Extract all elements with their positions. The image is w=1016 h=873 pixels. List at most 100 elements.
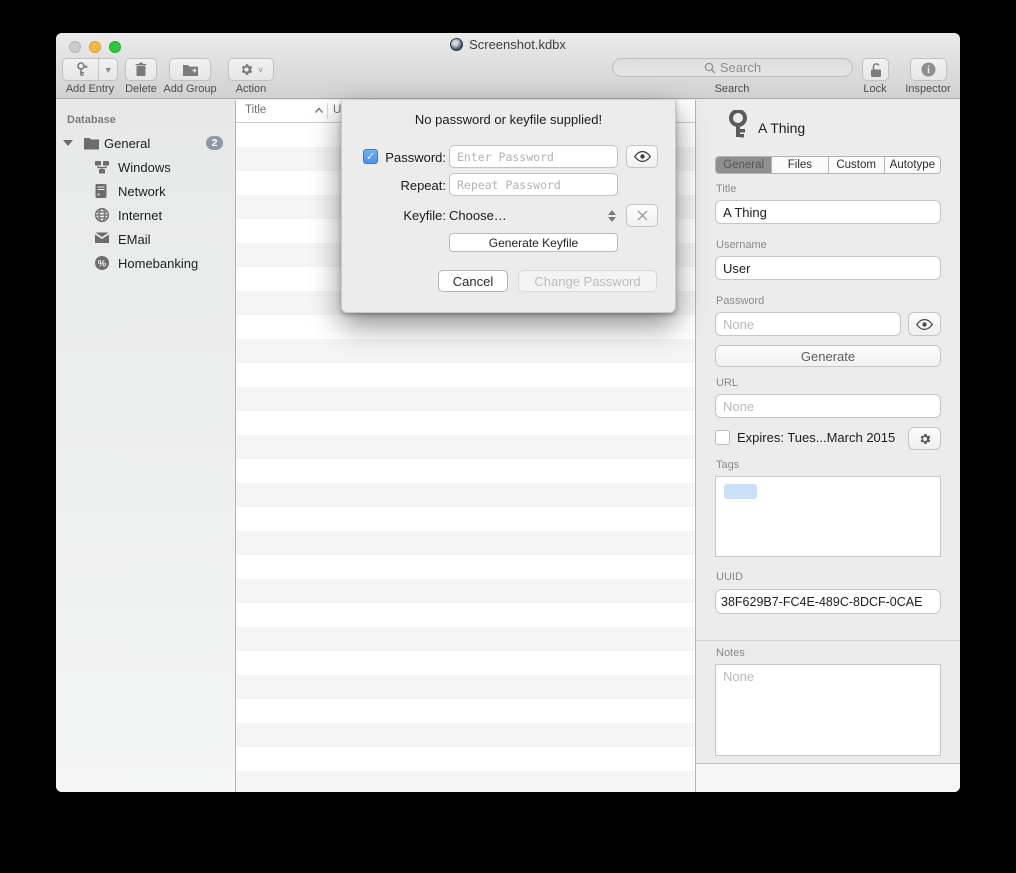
password-field[interactable] — [715, 312, 901, 336]
change-password-sheet: No password or keyfile supplied! ✓ Passw… — [341, 100, 676, 313]
reveal-password-button[interactable] — [626, 145, 658, 168]
tag-pill[interactable] — [724, 484, 757, 499]
username-field[interactable] — [715, 256, 941, 280]
inspector-tabs: General Files Custom Autotype — [715, 156, 941, 174]
expires-label: Expires: Tues...March 2015 — [737, 430, 895, 445]
disclosure-triangle-icon[interactable] — [63, 140, 73, 146]
action-button[interactable]: ˅ — [228, 58, 274, 81]
password-label: Password: — [378, 150, 446, 165]
uuid-field-label: UUID — [716, 571, 743, 583]
title-field[interactable] — [715, 200, 941, 224]
envelope-icon — [94, 231, 110, 247]
generate-keyfile-label: Generate Keyfile — [489, 236, 578, 250]
server-icon — [94, 183, 110, 199]
group-sidebar: Database General 2 Windows Network Inter… — [56, 100, 236, 792]
titlebar-toolbar: Screenshot.kdbx ▼ ˅ Add Entry Delete Add… — [56, 33, 960, 99]
add-group-button[interactable] — [169, 58, 211, 81]
tags-box[interactable] — [715, 476, 941, 557]
delete-button[interactable] — [125, 58, 157, 81]
sidebar-item-general[interactable]: General 2 — [56, 131, 235, 155]
sidebar-item-label: Network — [118, 184, 166, 199]
add-entry-button[interactable]: ▼ — [62, 58, 118, 81]
tab-files[interactable]: Files — [772, 157, 828, 173]
cancel-button[interactable]: Cancel — [438, 270, 508, 292]
add-entry-label: Add Entry — [66, 83, 114, 95]
window-title: Screenshot.kdbx — [469, 37, 566, 52]
gear-icon — [918, 432, 932, 446]
add-entry-dropdown-arrow-icon[interactable]: ▼ — [99, 59, 117, 80]
close-x-icon — [637, 210, 648, 221]
sheet-message: No password or keyfile supplied! — [342, 112, 675, 127]
inspector-button[interactable]: i — [910, 58, 947, 81]
sidebar-item-windows[interactable]: Windows — [56, 155, 235, 179]
app-window: Screenshot.kdbx ▼ ˅ Add Entry Delete Add… — [56, 33, 960, 792]
folder-icon — [83, 135, 100, 152]
sidebar-item-homebanking[interactable]: % Homebanking — [56, 251, 235, 275]
search-placeholder: Search — [720, 60, 761, 75]
tags-field-label: Tags — [716, 459, 739, 471]
action-label: Action — [236, 83, 267, 95]
info-icon: i — [921, 62, 936, 77]
sidebar-item-internet[interactable]: Internet — [56, 203, 235, 227]
lock-label: Lock — [863, 83, 886, 95]
inspector-panel: A Thing General Files Custom Autotype Ti… — [695, 100, 960, 792]
expires-settings-button[interactable] — [908, 427, 941, 450]
workgroup-icon — [94, 159, 110, 175]
sort-ascending-icon[interactable] — [314, 107, 324, 114]
generate-button-label: Generate — [801, 349, 855, 364]
globe-icon — [94, 207, 110, 223]
uuid-field[interactable] — [715, 589, 941, 614]
window-title-area: Screenshot.kdbx — [56, 37, 960, 52]
delete-label: Delete — [125, 83, 157, 95]
folder-plus-icon — [182, 63, 199, 77]
search-input[interactable]: Search — [612, 58, 853, 77]
clear-keyfile-button[interactable] — [626, 204, 658, 227]
username-field-label: Username — [716, 239, 767, 251]
tab-autotype[interactable]: Autotype — [885, 157, 940, 173]
entry-count-badge: 2 — [206, 136, 223, 150]
inspector-label: Inspector — [905, 83, 950, 95]
change-password-button[interactable]: Change Password — [518, 270, 657, 292]
sidebar-item-label: General — [104, 136, 150, 151]
column-header-title[interactable]: Title — [245, 104, 266, 116]
enter-password-field[interactable] — [449, 145, 618, 168]
url-field[interactable] — [715, 394, 941, 418]
lock-button[interactable] — [862, 58, 889, 81]
unlock-icon — [869, 62, 883, 78]
document-proxy-icon — [450, 38, 463, 51]
password-checkbox[interactable]: ✓ — [363, 149, 378, 164]
sidebar-item-email[interactable]: EMail — [56, 227, 235, 251]
entry-title: A Thing — [758, 120, 805, 136]
keyfile-popup-value: Choose… — [449, 208, 507, 223]
sidebar-section-header: Database — [56, 109, 235, 131]
svg-text:i: i — [927, 65, 930, 76]
notes-divider — [696, 640, 960, 641]
notes-field[interactable] — [715, 664, 941, 756]
gear-icon — [239, 62, 254, 77]
search-icon — [704, 62, 716, 74]
expires-checkbox[interactable] — [715, 430, 730, 445]
svg-text:%: % — [98, 258, 107, 269]
password-field-label: Password — [716, 295, 764, 307]
sidebar-item-network[interactable]: Network — [56, 179, 235, 203]
tab-general[interactable]: General — [716, 157, 772, 173]
url-field-label: URL — [716, 377, 738, 389]
reveal-password-button[interactable] — [908, 312, 941, 336]
sidebar-item-label: Windows — [118, 160, 171, 175]
percent-icon: % — [94, 255, 110, 271]
sidebar-item-label: Internet — [118, 208, 162, 223]
keyfile-popup[interactable]: Choose… — [449, 204, 618, 227]
action-chevron-icon: ˅ — [258, 65, 263, 75]
trash-icon — [134, 62, 148, 77]
generate-password-button[interactable]: Generate — [715, 345, 941, 367]
inspector-footer — [696, 763, 960, 792]
generate-keyfile-button[interactable]: Generate Keyfile — [449, 233, 618, 252]
repeat-password-field[interactable] — [449, 173, 618, 196]
add-group-label: Add Group — [163, 83, 216, 95]
eye-icon — [916, 319, 933, 330]
key-plus-icon[interactable] — [63, 59, 99, 80]
eye-icon — [634, 151, 651, 162]
keyfile-label: Keyfile: — [378, 208, 446, 223]
column-divider[interactable] — [327, 103, 328, 119]
tab-custom[interactable]: Custom — [829, 157, 885, 173]
